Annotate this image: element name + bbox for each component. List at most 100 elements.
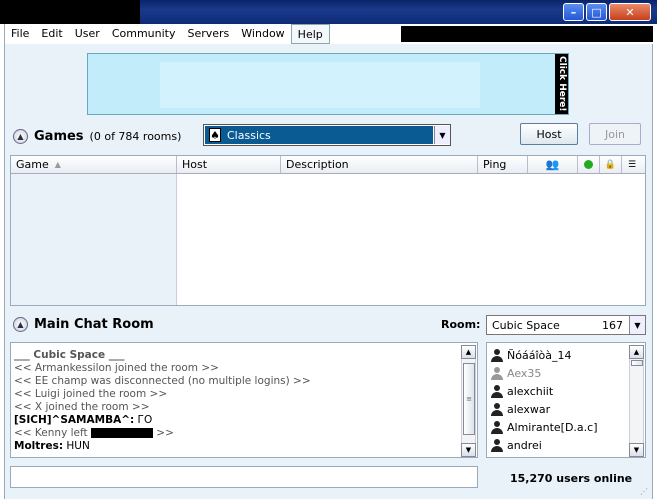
chat-nick[interactable]: Moltres: xyxy=(14,440,63,452)
minimize-icon[interactable]: – xyxy=(563,3,584,21)
room-label: Room: xyxy=(441,318,481,331)
user-item[interactable]: Almirante[D.a.c] xyxy=(487,418,627,436)
host-button[interactable]: Host xyxy=(520,123,578,145)
user-icon xyxy=(491,402,503,416)
user-icon xyxy=(491,438,503,452)
menu-servers[interactable]: Servers xyxy=(181,24,235,44)
chat-scroll-thumb[interactable]: ≡ xyxy=(463,363,475,435)
chat-line: << X joined the room >> xyxy=(14,401,150,413)
ad-content xyxy=(160,62,480,108)
col-game-label: Game xyxy=(16,157,49,171)
user-item[interactable]: Aex35 xyxy=(487,364,627,382)
chat-line: ___ Cubic Space ___ xyxy=(14,349,125,361)
scroll-down-icon[interactable]: ▼ xyxy=(461,443,476,457)
spade-icon: ♠ xyxy=(209,128,221,142)
col-extra[interactable]: ☰ xyxy=(622,156,642,173)
chat-scroll-track[interactable]: ≡ xyxy=(461,359,476,443)
games-count: (0 of 784 rooms) xyxy=(89,130,182,143)
ad-banner[interactable]: Click Here! xyxy=(87,53,569,115)
games-table-gutter xyxy=(11,174,177,305)
col-players[interactable]: 👥 xyxy=(528,156,578,173)
scroll-up-icon[interactable]: ▲ xyxy=(461,345,476,359)
user-rows: Ñóááîòà_14 Aex35 alexchiit alexwar Almir… xyxy=(487,346,627,454)
game-filter-dropdown[interactable]: ♠ Classics ▼ xyxy=(203,124,451,146)
menubar-redacted xyxy=(401,26,653,42)
col-status[interactable] xyxy=(578,156,600,173)
chat-line: << Kenny left >> xyxy=(14,427,454,440)
menu-window[interactable]: Window xyxy=(235,24,290,44)
chat-line: << Luigi joined the room >> xyxy=(14,388,168,400)
game-filter-value: Classics xyxy=(227,128,271,142)
room-dropdown[interactable]: Cubic Space 167 ▼ xyxy=(486,315,646,335)
menu-edit[interactable]: Edit xyxy=(35,24,68,44)
menu-help[interactable]: Help xyxy=(290,24,330,44)
collapse-chat-icon[interactable]: ▲ xyxy=(13,317,28,332)
chat-input[interactable] xyxy=(10,466,478,488)
chat-kenny-prefix: << Kenny left xyxy=(14,427,91,439)
user-name: Ñóááîòà_14 xyxy=(507,348,572,362)
user-icon xyxy=(491,366,503,380)
scroll-up-icon[interactable]: ▲ xyxy=(629,345,644,359)
titlebar-redacted xyxy=(0,0,140,24)
chat-scrollbar[interactable]: ▲ ≡ ▼ xyxy=(461,345,476,457)
app-window: File Edit User Community Servers Window … xyxy=(4,24,654,499)
col-locked[interactable]: 🔒 xyxy=(600,156,622,173)
games-title: Games xyxy=(34,129,84,144)
menu-user[interactable]: User xyxy=(69,24,106,44)
lock-icon: 🔒 xyxy=(604,159,617,170)
col-host[interactable]: Host xyxy=(177,156,281,173)
users-online-count: 15,270 users online xyxy=(510,472,633,485)
users-scroll-track[interactable] xyxy=(629,359,644,443)
user-name: alexwar xyxy=(507,402,551,416)
sort-asc-icon: ▲ xyxy=(54,159,61,169)
room-name: Cubic Space xyxy=(492,318,560,332)
window-controls: – □ ✕ xyxy=(563,3,651,21)
column-menu-icon: ☰ xyxy=(627,159,637,170)
games-table: Game ▲ Host Description Ping 👥 🔒 ☰ xyxy=(10,155,646,306)
maximize-icon[interactable]: □ xyxy=(586,3,607,21)
chat-line: << Armankessilon joined the room >> xyxy=(14,362,219,374)
chat-line: << EE champ was disconnected (no multipl… xyxy=(14,375,311,387)
close-icon[interactable]: ✕ xyxy=(609,3,651,21)
games-table-header: Game ▲ Host Description Ping 👥 🔒 ☰ xyxy=(11,156,645,174)
user-name: Aex35 xyxy=(507,366,542,380)
users-scrollbar[interactable]: ▲ ▼ xyxy=(629,345,644,457)
chat-nick[interactable]: [SICH]^SAMAMBA^: xyxy=(14,414,134,426)
user-icon xyxy=(491,420,503,434)
chat-text: ГО xyxy=(134,414,153,426)
col-ping[interactable]: Ping xyxy=(478,156,528,173)
user-name: andrei xyxy=(507,438,542,452)
chat-kenny-suffix: >> xyxy=(152,427,174,439)
col-description[interactable]: Description xyxy=(281,156,478,173)
menu-community[interactable]: Community xyxy=(106,24,182,44)
resize-grip-icon[interactable]: ⋰ xyxy=(640,487,650,497)
chat-lines: ___ Cubic Space ___ << Armankessilon joi… xyxy=(14,349,454,453)
menu-file[interactable]: File xyxy=(5,24,35,44)
chat-log[interactable]: ___ Cubic Space ___ << Armankessilon joi… xyxy=(10,342,478,458)
user-item[interactable]: andrei xyxy=(487,436,627,454)
click-here-label[interactable]: Click Here! xyxy=(555,54,568,114)
user-icon xyxy=(491,348,503,362)
menu-bar: File Edit User Community Servers Window … xyxy=(5,24,654,44)
user-item[interactable]: alexchiit xyxy=(487,382,627,400)
join-button[interactable]: Join xyxy=(589,123,641,145)
chat-text: HUN xyxy=(63,440,90,452)
room-chevron-icon[interactable]: ▼ xyxy=(629,316,645,334)
redacted-block xyxy=(90,428,153,438)
chat-title: Main Chat Room xyxy=(34,317,154,332)
users-scroll-thumb[interactable] xyxy=(631,360,643,366)
user-item[interactable]: Ñóááîòà_14 xyxy=(487,346,627,364)
user-item[interactable]: alexwar xyxy=(487,400,627,418)
user-name: Almirante[D.a.c] xyxy=(507,420,598,434)
chevron-down-icon[interactable]: ▼ xyxy=(434,126,450,144)
room-count: 167 xyxy=(602,318,623,332)
scroll-down-icon[interactable]: ▼ xyxy=(629,443,644,457)
chat-message: [SICH]^SAMAMBA^: ГО xyxy=(14,414,454,427)
user-icon xyxy=(491,384,503,398)
user-name: alexchiit xyxy=(507,384,554,398)
col-game[interactable]: Game ▲ xyxy=(11,156,177,173)
collapse-games-icon[interactable]: ▲ xyxy=(13,129,28,144)
game-filter-selected: ♠ Classics xyxy=(205,126,433,144)
games-header: ▲ Games (0 of 784 rooms) xyxy=(13,129,181,144)
chat-message: Moltres: HUN xyxy=(14,440,454,453)
